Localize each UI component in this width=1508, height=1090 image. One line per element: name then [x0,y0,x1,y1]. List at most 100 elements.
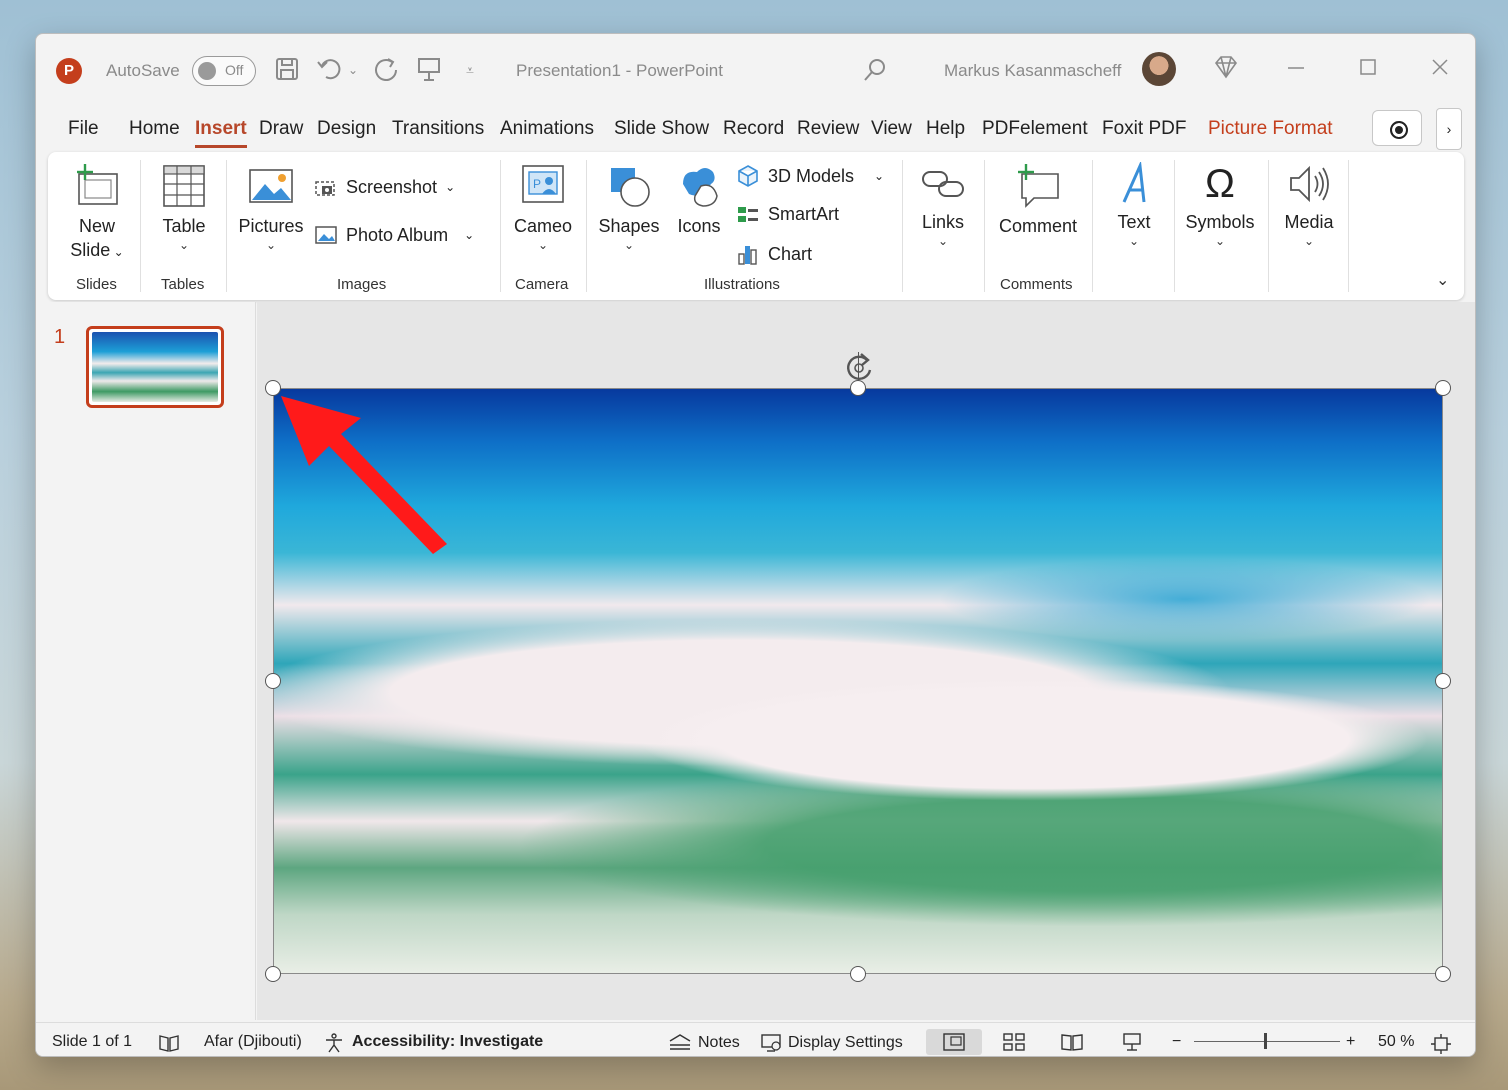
tab-home[interactable]: Home [129,118,180,140]
media-button[interactable]: Media ⌄ [1276,162,1342,248]
group-separator [586,160,587,292]
notes-icon [669,1034,691,1050]
undo-dropdown-icon[interactable]: ⌄ [348,56,358,84]
maximize-icon[interactable] [1358,54,1378,86]
cameo-button[interactable]: P Cameo ⌄ [508,162,578,252]
accessibility-status[interactable]: Accessibility: Investigate [352,1033,543,1051]
tab-record[interactable]: Record [723,118,784,140]
tab-animations[interactable]: Animations [500,118,594,140]
tab-transitions[interactable]: Transitions [392,118,484,140]
reading-view-icon [1061,1034,1083,1051]
powerpoint-window: P AutoSave Off ⌄ ⩡ Presentation1 - Power… [35,33,1476,1057]
resize-handle-right[interactable] [1435,673,1451,689]
icons-button[interactable]: Icons [668,162,730,238]
resize-handle-bottom[interactable] [850,966,866,982]
chevron-down-icon: ⌄ [265,238,277,252]
minimize-icon[interactable] [1286,54,1306,86]
tab-view[interactable]: View [871,118,912,140]
group-separator [902,160,903,292]
chart-button[interactable]: Chart [736,242,812,266]
resize-handle-top[interactable] [850,380,866,396]
comment-icon [1018,164,1059,208]
shapes-button[interactable]: Shapes ⌄ [596,162,662,252]
spelling-icon[interactable] [158,1033,180,1053]
tab-foxit-pdf[interactable]: Foxit PDF [1102,118,1186,140]
comment-button[interactable]: Comment [994,162,1082,238]
screenshot-label: Screenshot [346,176,438,197]
slide-sorter-view-button[interactable] [986,1029,1042,1055]
autosave-toggle[interactable]: Off [192,56,256,86]
smartart-label: SmartArt [768,204,840,224]
symbols-button[interactable]: Ω Symbols ⌄ [1180,162,1260,248]
ribbon-expand-icon[interactable]: ⌄ [1436,270,1449,290]
group-separator [1268,160,1269,292]
tab-insert[interactable]: Insert [195,118,247,148]
customize-toolbar-icon[interactable]: ⩡ [466,56,474,84]
tab-pdfelement[interactable]: PDFelement [982,118,1088,140]
photo-album-button[interactable]: Photo Album ⌄ [314,224,474,246]
chevron-down-icon: ⌄ [1214,234,1226,248]
zoom-slider-track[interactable] [1194,1041,1340,1042]
3d-models-button[interactable]: 3D Models ⌄ [736,164,884,188]
accessibility-icon[interactable] [324,1033,346,1053]
document-title: Presentation1 - PowerPoint [516,61,723,80]
present-icon[interactable] [416,56,442,89]
zoom-slider-thumb[interactable] [1264,1033,1267,1049]
table-button[interactable]: Table ⌄ [152,162,216,252]
toggle-knob [198,62,216,80]
tab-help[interactable]: Help [926,118,965,140]
group-separator [1348,160,1349,292]
comment-label: Comment [998,216,1078,236]
new-slide-icon [77,164,118,205]
tabs-scroll-right-button[interactable]: › [1436,108,1462,150]
tab-design[interactable]: Design [317,118,376,140]
normal-view-button[interactable] [926,1029,982,1055]
tab-review[interactable]: Review [797,118,859,140]
tab-file[interactable]: File [68,118,99,140]
chart-label: Chart [768,243,813,264]
new-slide-button[interactable]: New Slide ⌄ [62,162,132,264]
fit-to-window-icon[interactable] [1430,1033,1452,1055]
speaker-icon [1290,165,1329,203]
reading-view-button[interactable] [1044,1029,1100,1055]
screenshot-button[interactable]: Screenshot ⌄ [314,176,455,198]
notes-button[interactable]: Notes [668,1033,740,1053]
resize-handle-left[interactable] [265,673,281,689]
undo-icon[interactable] [316,56,346,89]
record-button[interactable] [1372,110,1422,146]
premium-diamond-icon[interactable] [1212,54,1240,86]
save-icon[interactable] [274,56,300,89]
zoom-level[interactable]: 50 % [1378,1033,1414,1051]
user-avatar[interactable] [1142,52,1176,86]
new-slide-label-2: Slide [70,240,111,260]
slide-thumbnail[interactable] [86,326,224,408]
ribbon-tabs: File Home Insert Draw Design Transitions… [36,114,1475,150]
icons-icon [683,168,718,207]
normal-view-icon [943,1033,965,1051]
redo-icon[interactable] [372,56,400,91]
ribbon-insert: New Slide ⌄ Slides Table ⌄ Tables Pictur… [48,152,1464,300]
links-button[interactable]: Links ⌄ [910,162,976,248]
close-icon[interactable] [1430,54,1450,86]
language[interactable]: Afar (Djibouti) [204,1033,302,1051]
chart-icon [738,246,757,265]
search-icon[interactable] [862,56,888,89]
resize-handle-bottom-right[interactable] [1435,966,1451,982]
tab-slide-show[interactable]: Slide Show [614,118,709,140]
tab-picture-format[interactable]: Picture Format [1208,118,1333,140]
display-settings-button[interactable]: Display Settings [760,1033,903,1053]
smartart-button[interactable]: SmartArt [736,204,839,225]
shapes-label: Shapes [598,216,660,236]
screenshot-icon [315,181,335,196]
pictures-button[interactable]: Pictures ⌄ [236,162,306,252]
cameo-icon: P [522,165,564,203]
resize-handle-bottom-left[interactable] [265,966,281,982]
zoom-out-button[interactable]: − [1172,1033,1181,1051]
zoom-in-button[interactable]: + [1346,1033,1355,1051]
text-button[interactable]: Text ⌄ [1102,162,1166,248]
resize-handle-top-right[interactable] [1435,380,1451,396]
user-name[interactable]: Markus Kasanmascheff [944,61,1121,81]
tab-draw[interactable]: Draw [259,118,303,140]
slide-show-view-button[interactable] [1104,1029,1160,1055]
chevron-down-icon: ⌄ [623,238,635,252]
